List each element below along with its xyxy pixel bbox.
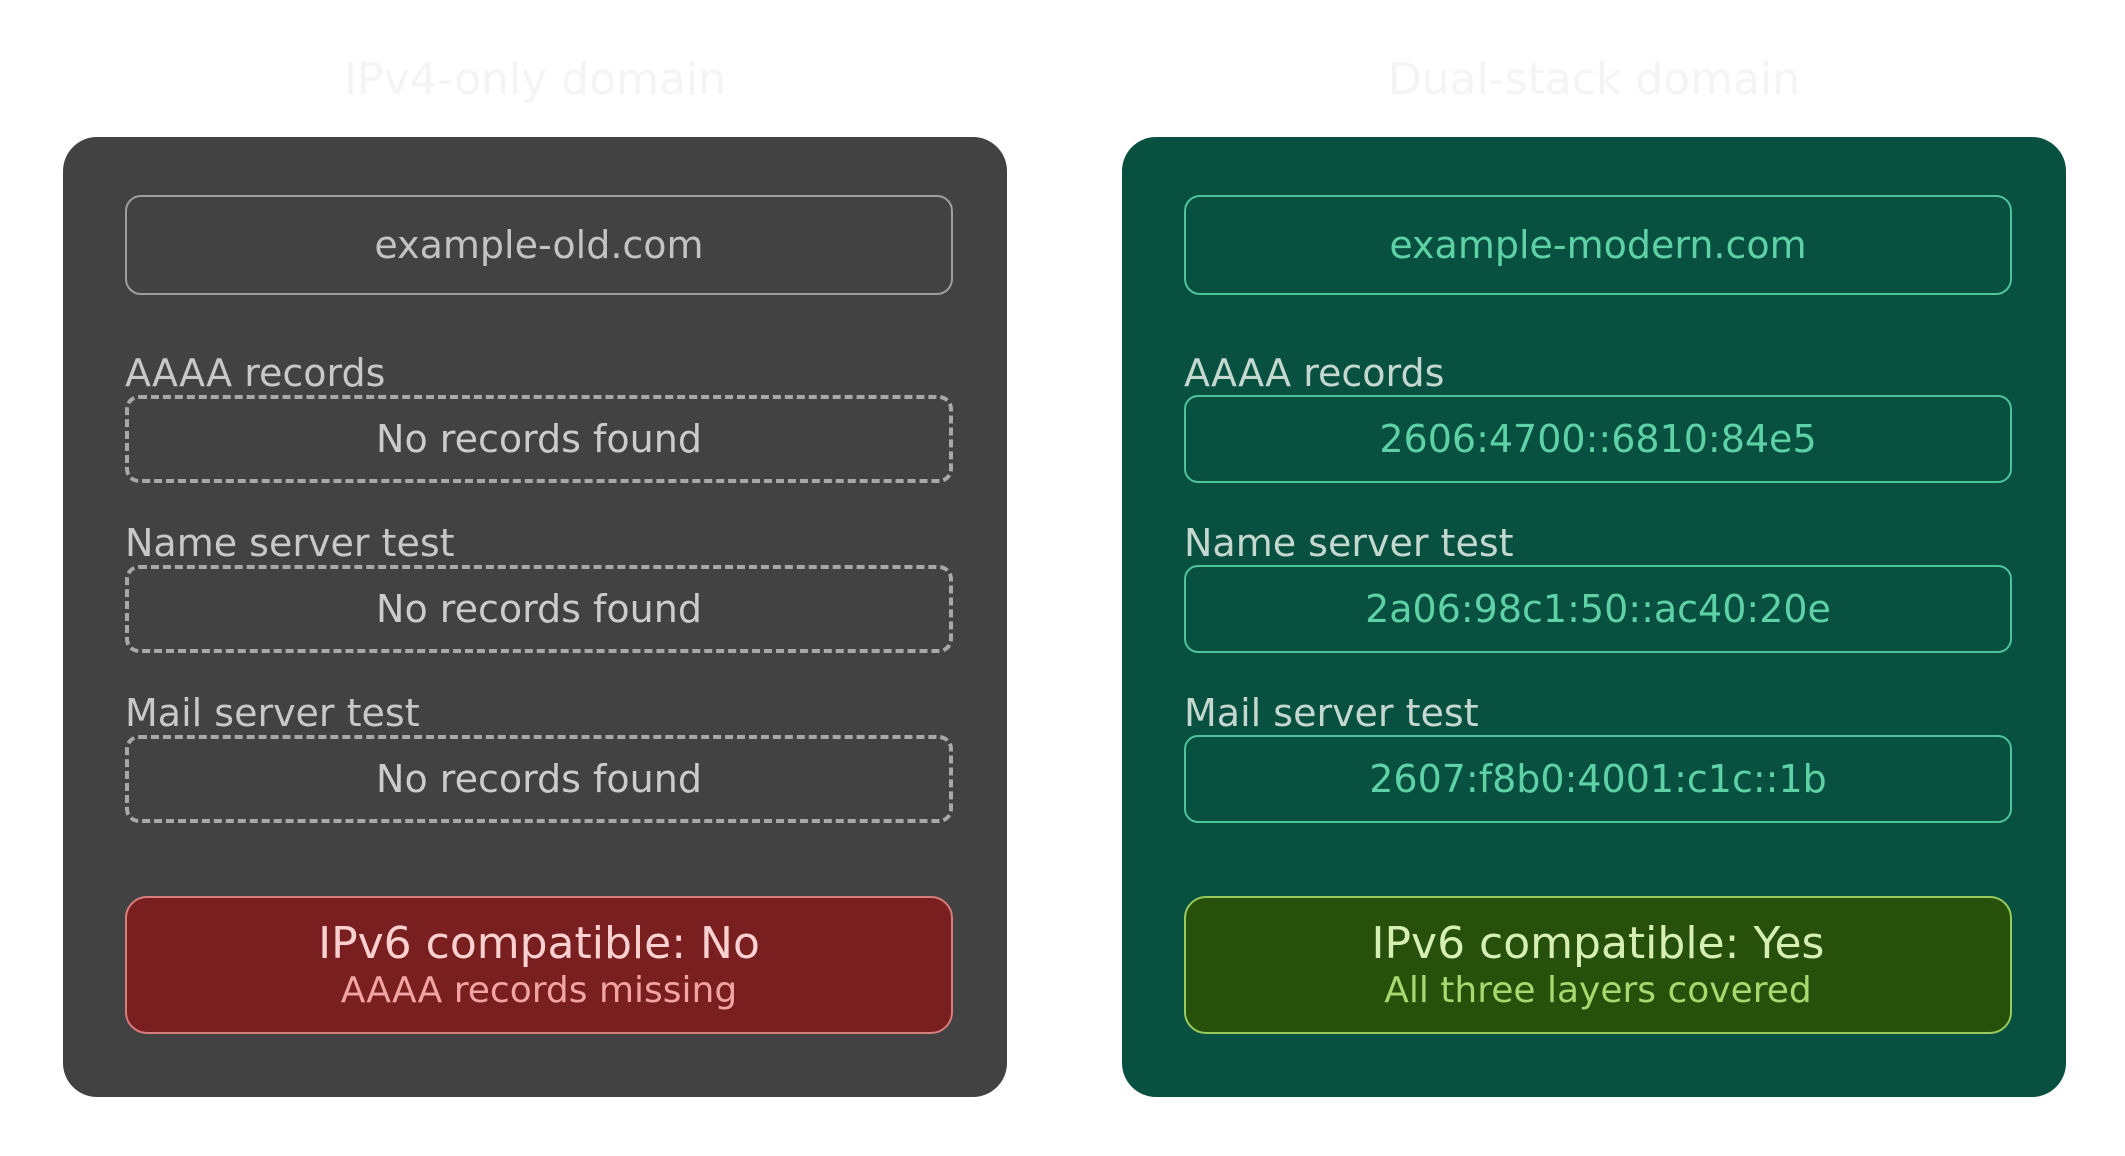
name-server-test-value: 2a06:98c1:50::ac40:20e xyxy=(1184,565,2012,653)
aaaa-records-value: 2606:4700::6810:84e5 xyxy=(1184,395,2012,483)
verdict-title: IPv6 compatible: No xyxy=(318,918,760,969)
domain-name-box: example-modern.com xyxy=(1184,195,2012,295)
verdict-subtitle: All three layers covered xyxy=(1384,970,1812,1011)
mail-server-test-label: Mail server test xyxy=(1184,691,1479,735)
aaaa-records-value: No records found xyxy=(125,395,953,483)
mail-server-test-label: Mail server test xyxy=(125,691,420,735)
comparison-diagram: IPv4-only domain Dual-stack domain examp… xyxy=(0,0,2125,1156)
verdict-subtitle: AAAA records missing xyxy=(340,970,738,1011)
name-server-test-label: Name server test xyxy=(1184,521,1514,565)
panel-title-dual-stack: Dual-stack domain xyxy=(1387,54,1801,105)
verdict-title: IPv6 compatible: Yes xyxy=(1371,918,1825,969)
dual-stack-panel: example-modern.com AAAA records 2606:470… xyxy=(1122,137,2066,1097)
name-server-test-value: No records found xyxy=(125,565,953,653)
aaaa-records-label: AAAA records xyxy=(1184,351,1445,395)
mail-server-test-value: No records found xyxy=(125,735,953,823)
ipv6-verdict-fail: IPv6 compatible: No AAAA records missing xyxy=(125,896,953,1034)
mail-server-test-value: 2607:f8b0:4001:c1c::1b xyxy=(1184,735,2012,823)
panel-title-ipv4-only: IPv4-only domain xyxy=(343,54,727,105)
aaaa-records-label: AAAA records xyxy=(125,351,386,395)
ipv6-verdict-pass: IPv6 compatible: Yes All three layers co… xyxy=(1184,896,2012,1034)
ipv4-only-panel: example-old.com AAAA records No records … xyxy=(63,137,1007,1097)
domain-name-box: example-old.com xyxy=(125,195,953,295)
name-server-test-label: Name server test xyxy=(125,521,455,565)
